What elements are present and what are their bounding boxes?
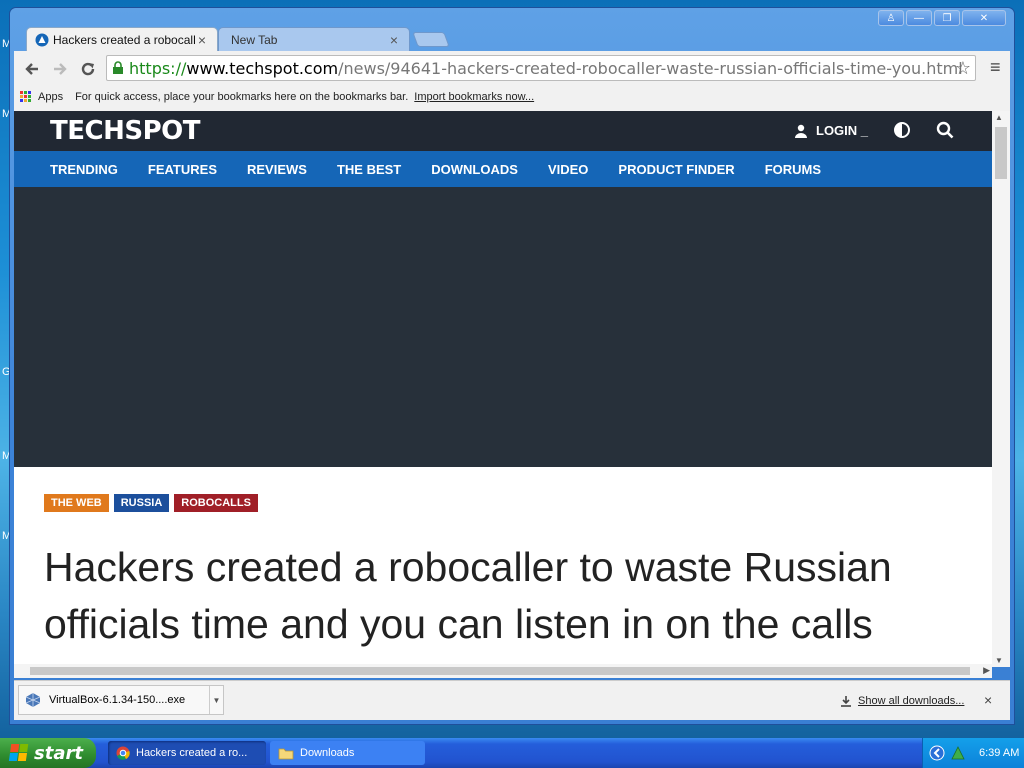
- nav-the-best[interactable]: THE BEST: [337, 162, 401, 177]
- tab-new-tab[interactable]: New Tab ×: [218, 27, 410, 51]
- url-path: /news/94641-hackers-created-robocaller-w…: [338, 58, 963, 78]
- close-download-shelf-icon[interactable]: ×: [984, 692, 992, 708]
- tag-robocalls[interactable]: ROBOCALLS: [174, 494, 258, 512]
- bookmarks-bar: Apps For quick access, place your bookma…: [14, 85, 1010, 109]
- login-button[interactable]: LOGIN _: [794, 123, 868, 138]
- clock[interactable]: 6:39 AM: [979, 747, 1019, 759]
- folder-icon: [278, 748, 294, 759]
- url-scheme: https://: [129, 58, 187, 78]
- vertical-scrollbar[interactable]: ▲ ▼: [992, 111, 1010, 667]
- apps-shortcut[interactable]: Apps: [38, 91, 63, 103]
- site-header: TECHSPOT LOGIN _: [14, 111, 992, 151]
- start-label: start: [34, 742, 83, 764]
- download-icon: [841, 696, 851, 707]
- import-bookmarks-link[interactable]: Import bookmarks now...: [414, 91, 534, 103]
- scroll-right-icon[interactable]: ▶: [983, 665, 990, 676]
- scroll-up-icon[interactable]: ▲: [995, 113, 1003, 122]
- new-tab-button[interactable]: [412, 32, 450, 47]
- download-menu-chevron-icon[interactable]: ▼: [209, 686, 223, 714]
- nav-trending[interactable]: TRENDING: [50, 162, 118, 177]
- back-arrow-icon[interactable]: [20, 57, 44, 81]
- chrome-window: Hackers created a robocaller to waste Ru…: [10, 8, 1014, 724]
- start-button[interactable]: start: [0, 738, 96, 768]
- minimize-button[interactable]: —: [906, 10, 932, 26]
- bookmark-star-icon[interactable]: ☆: [955, 58, 971, 79]
- scroll-down-icon[interactable]: ▼: [995, 656, 1003, 665]
- nav-features[interactable]: FEATURES: [148, 162, 217, 177]
- close-tab-icon[interactable]: ×: [387, 32, 401, 48]
- login-label: LOGIN _: [816, 123, 869, 138]
- windows-logo-icon: [8, 744, 30, 762]
- taskbar-item-label: Hackers created a ro...: [136, 747, 248, 759]
- download-filename: VirtualBox-6.1.34-150....exe: [49, 694, 186, 706]
- virtualbox-file-icon: [25, 693, 41, 707]
- nav-product-finder[interactable]: PRODUCT FINDER: [618, 162, 734, 177]
- lock-icon: [113, 61, 123, 74]
- close-window-button[interactable]: ✕: [962, 10, 1006, 26]
- contrast-toggle-icon[interactable]: [894, 122, 910, 138]
- nav-reviews[interactable]: REVIEWS: [247, 162, 307, 177]
- chrome-icon: [116, 746, 130, 760]
- forward-arrow-icon[interactable]: [48, 57, 72, 81]
- site-nav: TRENDING FEATURES REVIEWS THE BEST DOWNL…: [14, 151, 992, 187]
- tab-title: Hackers created a robocaller to waste Ru…: [53, 32, 195, 47]
- network-status-icon[interactable]: [951, 746, 965, 760]
- show-all-downloads-link[interactable]: Show all downloads...: [840, 695, 964, 707]
- window-controls: ♙ — ❐ ✕: [878, 10, 1006, 26]
- url-host: www.techspot.com: [186, 58, 339, 78]
- scroll-thumb[interactable]: [30, 667, 970, 675]
- show-all-label: Show all downloads...: [858, 695, 965, 707]
- nav-downloads[interactable]: DOWNLOADS: [431, 162, 518, 177]
- taskbar-item-downloads[interactable]: Downloads: [270, 741, 425, 765]
- download-item[interactable]: VirtualBox-6.1.34-150....exe ▼: [18, 685, 224, 715]
- tag-russia[interactable]: RUSSIA: [113, 494, 170, 512]
- taskbar-item-label: Downloads: [300, 747, 355, 759]
- web-page: TECHSPOT LOGIN _ TRENDING FEATURES REVIE…: [14, 111, 992, 667]
- nav-forums[interactable]: FORUMS: [765, 162, 821, 177]
- tab-strip: Hackers created a robocaller to waste Ru…: [10, 8, 1014, 51]
- nav-video[interactable]: VIDEO: [548, 162, 588, 177]
- taskbar-item-chrome[interactable]: Hackers created a ro...: [108, 741, 266, 765]
- tab-title: New Tab: [231, 32, 278, 47]
- tab-techspot[interactable]: Hackers created a robocaller to waste Ru…: [26, 27, 218, 51]
- taskbar: start Hackers created a ro... Downloads …: [0, 738, 1024, 768]
- bookmarks-hint: For quick access, place your bookmarks h…: [75, 91, 409, 103]
- download-shelf: VirtualBox-6.1.34-150....exe ▼ Show all …: [14, 680, 1010, 720]
- techspot-favicon-icon: [35, 33, 49, 46]
- maximize-button[interactable]: ❐: [934, 10, 960, 26]
- system-tray: 6:39 AM: [922, 738, 1024, 768]
- close-tab-icon[interactable]: ×: [195, 32, 209, 48]
- hamburger-menu-icon[interactable]: ≡: [990, 57, 1001, 78]
- browser-toolbar: https://www.techspot.com/news/94641-hack…: [14, 51, 1010, 111]
- reload-icon[interactable]: [76, 57, 100, 81]
- profile-icon[interactable]: ♙: [878, 10, 904, 26]
- tray-arrow-icon[interactable]: [929, 745, 945, 761]
- article-tags: THE WEB RUSSIA ROBOCALLS: [44, 494, 258, 512]
- horizontal-scrollbar[interactable]: ▶: [14, 664, 992, 678]
- techspot-logo[interactable]: TECHSPOT: [50, 116, 200, 146]
- user-icon: [795, 124, 807, 138]
- apps-grid-icon[interactable]: [20, 91, 32, 103]
- scroll-thumb[interactable]: [995, 127, 1007, 179]
- address-bar[interactable]: https://www.techspot.com/news/94641-hack…: [106, 55, 976, 81]
- tag-the-web[interactable]: THE WEB: [44, 494, 109, 512]
- ad-placeholder: [14, 187, 992, 467]
- article-headline: Hackers created a robocaller to waste Ru…: [44, 544, 892, 647]
- search-icon[interactable]: [936, 121, 954, 144]
